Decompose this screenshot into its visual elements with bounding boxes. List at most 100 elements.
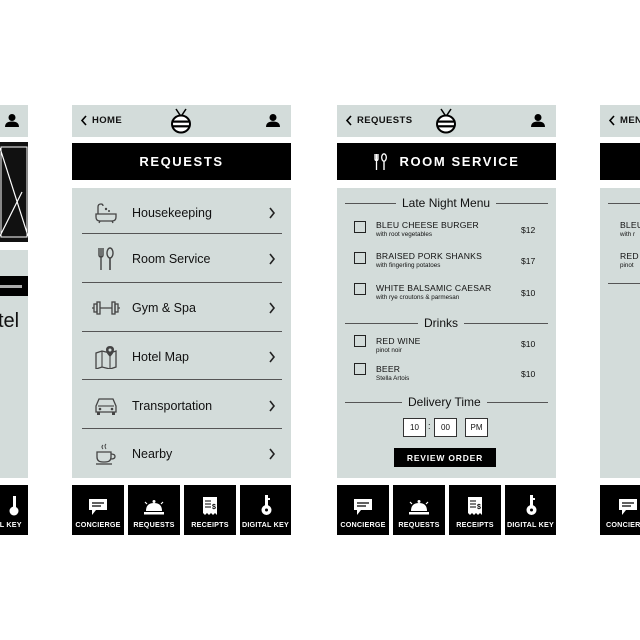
bee-logo-icon	[436, 108, 456, 134]
nav-receipts[interactable]: $ RECEIPTS	[184, 485, 236, 535]
time-separator: :	[428, 421, 431, 431]
list-item-label: Room Service	[132, 251, 211, 266]
right-nav-concierge[interactable]: CONCIER	[600, 485, 640, 535]
divider	[82, 379, 282, 380]
bee-logo-icon	[171, 108, 191, 134]
item-checkbox[interactable]	[354, 252, 366, 264]
list-item-label: Nearby	[132, 446, 173, 461]
menu-item-name: BEER	[376, 364, 401, 374]
svg-text:$: $	[477, 504, 481, 511]
nav-label: CONCIERGE	[340, 520, 386, 529]
back-label: MEN	[620, 115, 640, 126]
chat-bubble-icon	[619, 499, 637, 515]
coffee-cup-icon	[88, 443, 124, 465]
heading-rule	[608, 203, 640, 204]
chevron-left-icon	[345, 115, 352, 126]
back-label: HOME	[92, 115, 123, 126]
item-checkbox[interactable]	[354, 335, 366, 347]
nav-label: REQUESTS	[398, 520, 440, 529]
nav-concierge[interactable]: CONCIERGE	[72, 485, 124, 535]
profile-icon[interactable]	[5, 113, 19, 127]
back-label: REQUESTS	[357, 115, 413, 126]
nav-label: DIGITAL KEY	[506, 520, 555, 529]
request-item-nearby[interactable]: Nearby	[82, 429, 282, 478]
menu-item-desc: with root vegetables	[376, 231, 433, 238]
menu-item-name: RED	[620, 251, 639, 261]
chevron-right-icon	[262, 253, 282, 265]
ampm-select[interactable]: PM	[465, 418, 488, 437]
back-button[interactable]: REQUESTS	[345, 115, 412, 126]
nav-digital-key[interactable]: DIGITAL KEY	[240, 485, 291, 535]
request-item-housekeeping[interactable]: Housekeeping	[82, 188, 282, 237]
right-screen-header: MEN	[600, 105, 640, 137]
nav-label: CONCIERGE	[75, 520, 121, 529]
page-title-bar: ROOM SERVICE	[337, 143, 556, 180]
map-icon	[88, 345, 124, 369]
menu-item-price: $12	[521, 225, 536, 235]
service-bell-icon	[144, 500, 164, 515]
nav-receipts[interactable]: $ RECEIPTS	[449, 485, 501, 535]
item-checkbox[interactable]	[354, 363, 366, 375]
nav-requests[interactable]: REQUESTS	[393, 485, 445, 535]
drinks-heading: Drinks	[418, 316, 465, 330]
key-icon	[261, 495, 271, 515]
profile-icon[interactable]	[531, 113, 545, 127]
menu-item-price: $10	[521, 369, 536, 379]
list-item-label: Housekeeping	[132, 205, 212, 220]
menu-item-price: $10	[521, 288, 536, 298]
chevron-right-icon	[262, 302, 282, 314]
nav-digital-key[interactable]: DIGITAL KEY	[505, 485, 556, 535]
key-icon	[526, 495, 536, 515]
chevron-right-icon	[262, 351, 282, 363]
back-button[interactable]: MEN	[608, 115, 640, 126]
svg-text:$: $	[212, 504, 216, 511]
nav-label: RECEIPTS	[191, 520, 229, 529]
request-item-gym-spa[interactable]: Gym & Spa	[82, 283, 282, 332]
request-item-transportation[interactable]: Transportation	[82, 381, 282, 430]
menu-item-desc: Stella Artois	[376, 375, 410, 382]
chevron-right-icon	[262, 448, 282, 460]
receipt-icon: $	[203, 497, 217, 515]
nav-requests[interactable]: REQUESTS	[128, 485, 180, 535]
chevron-left-icon	[608, 115, 615, 126]
cutlery-icon	[88, 246, 124, 271]
nav-label: CONCIER	[606, 520, 640, 529]
requests-list: Housekeeping Room Service Gym & Spa Hote…	[72, 188, 291, 478]
nav-label: TAL KEY	[0, 520, 22, 529]
late-night-heading: Late Night Menu	[396, 196, 497, 210]
hour-input[interactable]: 10	[403, 418, 426, 437]
cutlery-icon	[374, 152, 388, 170]
menu-item-price: $10	[521, 339, 536, 349]
request-item-room-service[interactable]: Room Service	[82, 234, 282, 283]
left-banner-line	[0, 285, 22, 288]
request-item-hotel-map[interactable]: Hotel Map	[82, 332, 282, 381]
nav-label: DIGITAL KEY	[241, 520, 290, 529]
left-nav-digital-key[interactable]: TAL KEY	[0, 485, 28, 535]
nav-label: RECEIPTS	[456, 520, 494, 529]
menu-item-name: BRAISED PORK SHANKS	[376, 251, 482, 261]
chevron-left-icon	[80, 115, 87, 126]
menu-item-desc: with r	[620, 231, 636, 238]
profile-icon[interactable]	[266, 113, 280, 127]
dumbbell-icon	[88, 300, 124, 316]
left-hotel-text: tel	[0, 310, 20, 332]
chevron-right-icon	[262, 207, 282, 219]
service-bell-icon	[409, 500, 429, 515]
page-title: ROOM SERVICE	[399, 154, 520, 169]
menu-item-desc: with fingerling potatoes	[376, 262, 441, 269]
review-order-button[interactable]: REVIEW ORDER	[394, 448, 496, 467]
item-checkbox[interactable]	[354, 221, 366, 233]
nav-concierge[interactable]: CONCIERGE	[337, 485, 389, 535]
menu-item-price: $17	[521, 256, 536, 266]
minute-input[interactable]: 00	[434, 418, 457, 437]
menu-item-name: BLEU CHEESE BURGER	[376, 220, 479, 230]
item-checkbox[interactable]	[354, 283, 366, 295]
left-hero-image	[0, 142, 28, 242]
delivery-heading: Delivery Time	[402, 395, 487, 409]
right-screen-body: BLEU with r RED pinot	[600, 188, 640, 478]
back-button[interactable]: HOME	[80, 115, 122, 126]
chevron-right-icon	[262, 400, 282, 412]
page-title: REQUESTS	[72, 143, 291, 180]
receipt-icon: $	[468, 497, 482, 515]
chat-bubble-icon	[354, 499, 372, 515]
